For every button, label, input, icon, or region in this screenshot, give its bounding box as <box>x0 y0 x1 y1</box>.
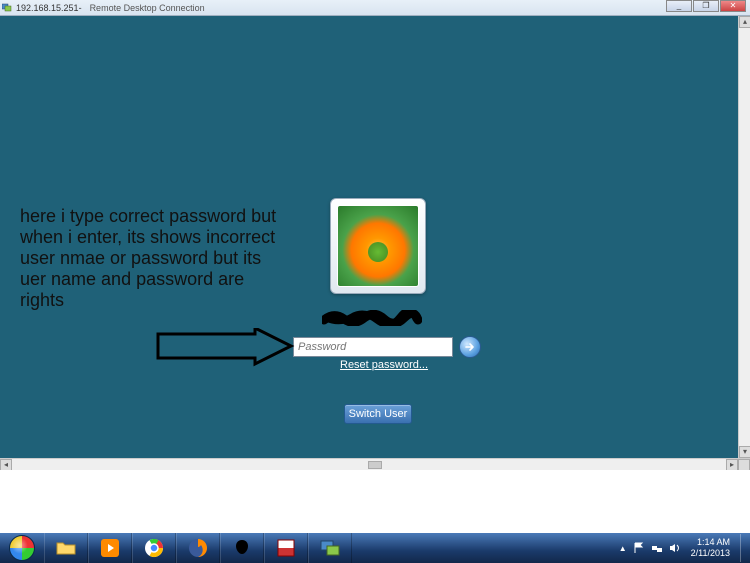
chrome-icon <box>143 537 165 559</box>
show-hidden-icons-button[interactable]: ▲ <box>619 544 627 553</box>
window-close-button[interactable]: ✕ <box>720 0 746 12</box>
scroll-right-button[interactable]: ▸ <box>726 459 738 470</box>
taskbar-item-unknown[interactable] <box>220 533 264 563</box>
rdp-taskbar-icon <box>319 537 341 559</box>
rdp-icon <box>2 2 12 12</box>
titlebar-app-name: Remote Desktop Connection <box>90 3 205 13</box>
taskbar-item-pdf-reader[interactable] <box>264 533 308 563</box>
scroll-down-button[interactable]: ▾ <box>739 446 750 458</box>
start-button[interactable] <box>0 533 44 563</box>
windows-logo-icon <box>9 535 35 561</box>
blob-icon <box>231 537 253 559</box>
show-desktop-button[interactable] <box>740 534 746 562</box>
window-maximize-button[interactable]: ❐ <box>693 0 719 12</box>
network-icon[interactable] <box>651 542 663 554</box>
system-tray: ▲ 1:14 AM 2/11/2013 <box>619 533 750 563</box>
titlebar-ip: 192.168.15.251 <box>16 3 79 13</box>
flower-avatar-icon <box>337 205 419 287</box>
password-input[interactable] <box>293 337 453 357</box>
annotation-arrow-icon <box>155 328 295 368</box>
arrow-right-icon <box>464 341 476 353</box>
pdf-icon <box>275 537 297 559</box>
taskbar: ▲ 1:14 AM 2/11/2013 <box>0 533 750 563</box>
tray-clock[interactable]: 1:14 AM 2/11/2013 <box>687 537 734 559</box>
window-minimize-button[interactable]: _ <box>666 0 692 12</box>
volume-icon[interactable] <box>669 542 681 554</box>
remote-desktop-viewport: Reset password... Switch User here i typ… <box>0 16 750 470</box>
vertical-scrollbar[interactable]: ▴ ▾ <box>738 16 750 458</box>
tray-time: 1:14 AM <box>691 537 730 548</box>
reset-password-link[interactable]: Reset password... <box>340 359 428 371</box>
taskbar-item-media-player[interactable] <box>88 533 132 563</box>
user-avatar-tile <box>330 198 426 294</box>
folder-icon <box>55 537 77 559</box>
scroll-grip[interactable] <box>368 461 382 469</box>
scroll-up-button[interactable]: ▴ <box>739 16 750 28</box>
switch-user-button[interactable]: Switch User <box>344 404 412 424</box>
tray-date: 2/11/2013 <box>691 548 730 559</box>
horizontal-scrollbar[interactable]: ◂ ▸ <box>0 458 750 470</box>
taskbar-item-rdp[interactable] <box>308 533 352 563</box>
scroll-left-button[interactable]: ◂ <box>0 459 12 470</box>
firefox-icon <box>187 537 209 559</box>
taskbar-item-chrome[interactable] <box>132 533 176 563</box>
rdp-titlebar: 192.168.15.251 - Remote Desktop Connecti… <box>0 0 750 16</box>
page-whitespace <box>0 479 750 533</box>
submit-arrow-button[interactable] <box>459 336 481 358</box>
scroll-corner <box>738 459 750 470</box>
media-player-icon <box>99 537 121 559</box>
taskbar-item-file-explorer[interactable] <box>44 533 88 563</box>
username-redacted <box>322 310 422 326</box>
flag-icon[interactable] <box>633 542 645 554</box>
taskbar-item-firefox[interactable] <box>176 533 220 563</box>
annotation-text: here i type correct password but when i … <box>20 206 280 311</box>
